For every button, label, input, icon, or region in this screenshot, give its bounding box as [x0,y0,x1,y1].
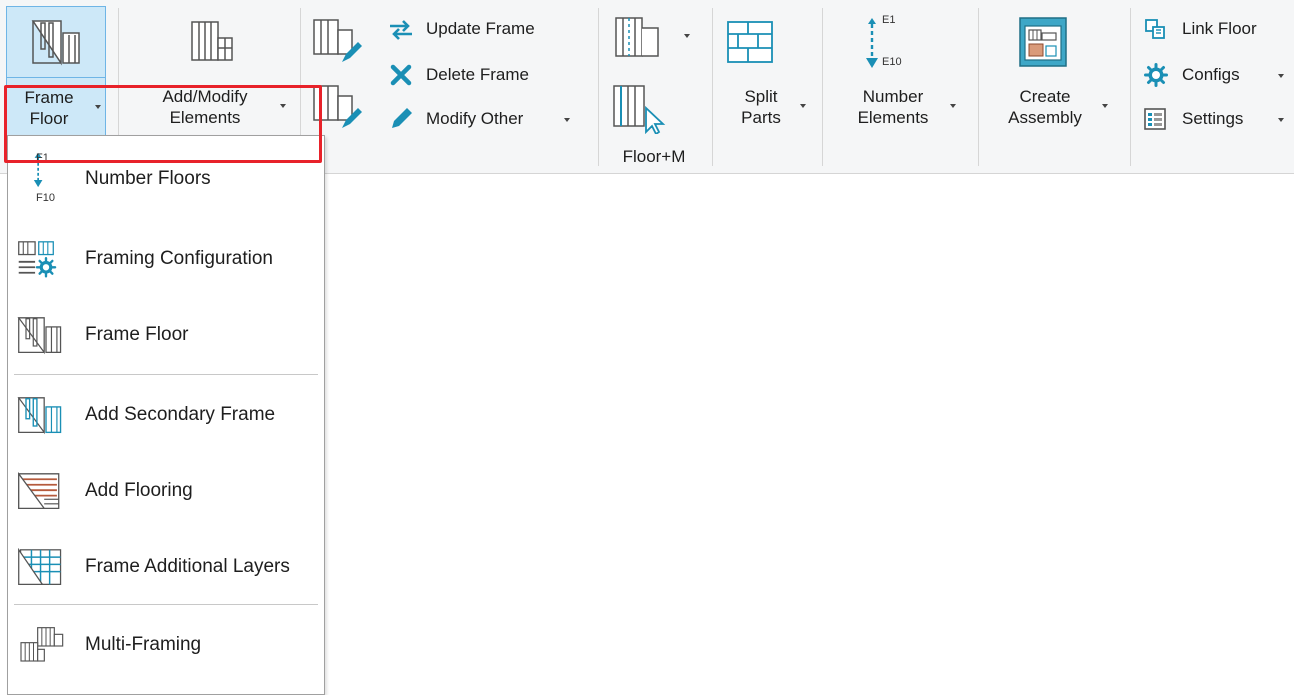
settings-button[interactable]: Settings [1144,106,1290,132]
link-floor-label: Link Floor [1182,19,1257,38]
split-parts-label-line2: Parts [741,108,781,127]
menu-item-add-secondary-frame[interactable]: Add Secondary Frame [8,384,324,444]
chevron-down-icon [564,118,570,122]
frame-additional-layers-icon [18,548,62,585]
chevron-down-icon [1102,104,1108,108]
chevron-down-icon [1278,74,1284,78]
menu-item-label: Number Floors [85,168,211,189]
framing-select-icon[interactable] [612,82,676,134]
frame-floor-icon [31,20,80,66]
add-flooring-icon [18,472,60,509]
chevron-down-icon [800,104,806,108]
menu-item-multi-framing[interactable]: Multi-Framing [8,614,324,674]
menu-item-label: Multi-Framing [85,634,202,655]
menu-item-label: Frame Additional Layers [85,556,290,577]
delete-x-icon [390,64,412,86]
chevron-down-icon [1278,118,1284,122]
modify-other-button[interactable]: Modify Other [388,106,588,132]
create-assembly-label-line2: Assembly [1008,108,1082,127]
delete-frame-button[interactable]: Delete Frame [388,62,588,88]
update-frame-label: Update Frame [426,19,535,38]
number-elements-label-line2: Elements [857,108,929,127]
configs-button[interactable]: Configs [1144,62,1290,88]
create-assembly-label-line1: Create [1019,87,1071,106]
number-elements-button[interactable]: E1 E10 Number Elements [838,6,968,136]
update-frame-button[interactable]: Update Frame [388,16,588,42]
pencil-icon [392,108,412,128]
frame-floor-icon [17,317,62,355]
link-floor-button[interactable]: Link Floor [1144,16,1290,42]
panel-title: Floor+M [622,147,686,166]
menu-item-frame-floor[interactable]: Frame Floor [8,304,324,364]
framing-panel-icon [615,17,659,57]
menu-divider [14,604,318,605]
split-parts-button[interactable]: Split Parts [724,6,810,136]
frame-edit-icon[interactable] [312,16,362,64]
refresh-arrows-icon [390,20,412,40]
modify-other-label: Modify Other [426,109,524,128]
menu-item-label: Framing Configuration [85,248,273,269]
number-floors-tag-bottom: F10 [36,192,55,204]
create-assembly-icon [1019,17,1067,67]
number-tag-top: E1 [882,14,896,26]
framing-configuration-icon [18,241,57,278]
delete-frame-label: Delete Frame [426,65,529,84]
settings-label: Settings [1182,109,1244,128]
link-floor-icon [1145,19,1165,39]
menu-item-framing-configuration[interactable]: Framing Configuration [8,228,324,288]
chevron-down-icon [684,34,690,38]
add-secondary-frame-icon [17,397,62,435]
gear-icon [1144,63,1168,87]
add-modify-elements-icon [191,21,233,61]
menu-divider [14,374,318,375]
menu-item-frame-additional-layers[interactable]: Frame Additional Layers [8,536,324,596]
split-parts-label-line1: Split [744,87,778,106]
frame-floor-dropdown: F1 F10 Number Floors Framing Configurati… [7,135,325,695]
menu-item-label: Frame Floor [85,324,189,345]
number-elements-label-line1: Number [862,87,924,106]
split-parts-icon [727,21,773,63]
multi-framing-icon [20,627,64,662]
menu-item-label: Add Secondary Frame [85,404,276,425]
configs-label: Configs [1182,65,1240,84]
settings-panel-icon [1144,108,1166,130]
number-tag-bottom: E10 [882,56,902,68]
chevron-down-icon [950,104,956,108]
menu-item-add-flooring[interactable]: Add Flooring [8,460,324,520]
framing-split-button[interactable] [610,12,698,68]
menu-item-label: Add Flooring [85,480,193,501]
highlight-box [4,85,322,163]
create-assembly-button[interactable]: Create Assembly [990,6,1116,136]
